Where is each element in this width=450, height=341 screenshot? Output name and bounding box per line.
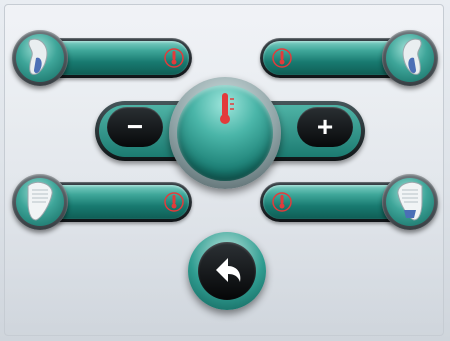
- back-arrow-icon: [216, 258, 241, 282]
- thermometer-icon: [164, 192, 184, 212]
- thermometer-icon: [272, 192, 292, 212]
- thermometer-icon: [220, 93, 234, 124]
- tongue-cleaner-icon: [28, 38, 48, 75]
- back-button[interactable]: [188, 232, 266, 310]
- tool-button-top-right[interactable]: [382, 30, 438, 86]
- brush-head-icon: [27, 181, 53, 221]
- thermometer-icon: [272, 48, 292, 68]
- increase-button[interactable]: +: [297, 107, 353, 147]
- brush-head-icon: [397, 181, 423, 221]
- tool-button-bottom-right[interactable]: [382, 174, 438, 230]
- tongue-cleaner-icon: [402, 38, 422, 75]
- decrease-button[interactable]: −: [107, 107, 163, 147]
- temperature-dial[interactable]: [169, 77, 281, 189]
- tool-button-top-left[interactable]: [12, 30, 68, 86]
- tool-button-bottom-left[interactable]: [12, 174, 68, 230]
- thermometer-icon: [164, 48, 184, 68]
